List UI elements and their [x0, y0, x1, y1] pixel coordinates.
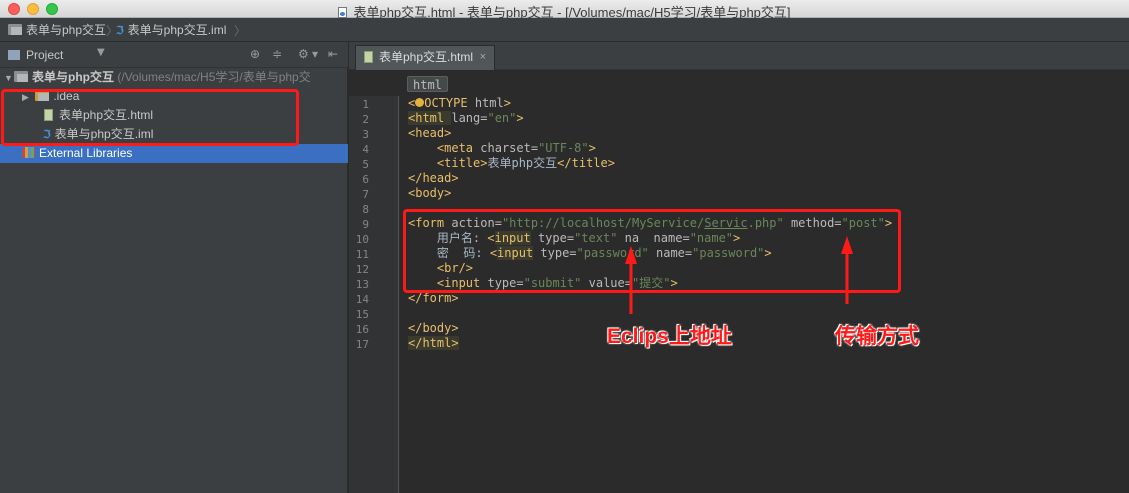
navigation-bar: 表单与php交互 〉 ℑ 表单与php交互.iml 〉 [0, 18, 1129, 42]
arrowhead-method [841, 236, 853, 254]
arrowhead-url [625, 246, 637, 264]
expanded-arrow-icon[interactable]: ▼ [4, 69, 14, 87]
collapse-all-icon[interactable]: ≑ [272, 47, 282, 61]
hide-panel-icon[interactable]: ⇤ [328, 47, 338, 61]
editor-area: 表单php交互.html × html 1 2 3 4 5 6 7 8 9 10… [349, 42, 1129, 493]
breadcrumb-separator: 〉 [234, 24, 247, 38]
breadcrumb-project[interactable]: 表单与php交互 [8, 22, 106, 38]
annotation-url-label: Eclips上地址 [607, 325, 732, 348]
html-file-icon [338, 7, 348, 18]
project-view-selector[interactable]: Project [8, 48, 63, 62]
breadcrumb-iml-file[interactable]: ℑ 表单与php交互.iml [116, 22, 226, 38]
library-icon [22, 147, 35, 158]
annotation-arrows [625, 236, 853, 314]
project-icon [8, 50, 20, 60]
highlight-box-project-files [1, 89, 299, 146]
tree-item-external-libraries[interactable]: External Libraries [0, 144, 348, 163]
iml-file-icon: ℑ [116, 25, 124, 37]
gear-icon[interactable]: ⚙ [298, 47, 309, 61]
locate-file-icon[interactable]: ⊕ [250, 47, 260, 61]
chevron-down-icon[interactable]: ▼ [97, 47, 105, 58]
project-tool-window: Project ▼ ⊕ ≑ ⚙ ▾ ⇤ ▼ 表单与php交互 (/Volumes/… [0, 42, 348, 493]
window-title-bar: 表单php交互.html - 表单与php交互 - [/Volumes/mac/… [0, 0, 1129, 20]
folder-icon [8, 24, 22, 35]
project-panel-header: Project ▼ ⊕ ≑ ⚙ ▾ ⇤ [0, 42, 348, 68]
folder-icon [14, 71, 28, 82]
chevron-down-icon[interactable]: ▾ [312, 47, 318, 61]
tree-root-project[interactable]: ▼ 表单与php交互 (/Volumes/mac/H5学习/表单与php交 [0, 68, 348, 87]
annotation-method-label: 传输方式 [835, 325, 919, 348]
